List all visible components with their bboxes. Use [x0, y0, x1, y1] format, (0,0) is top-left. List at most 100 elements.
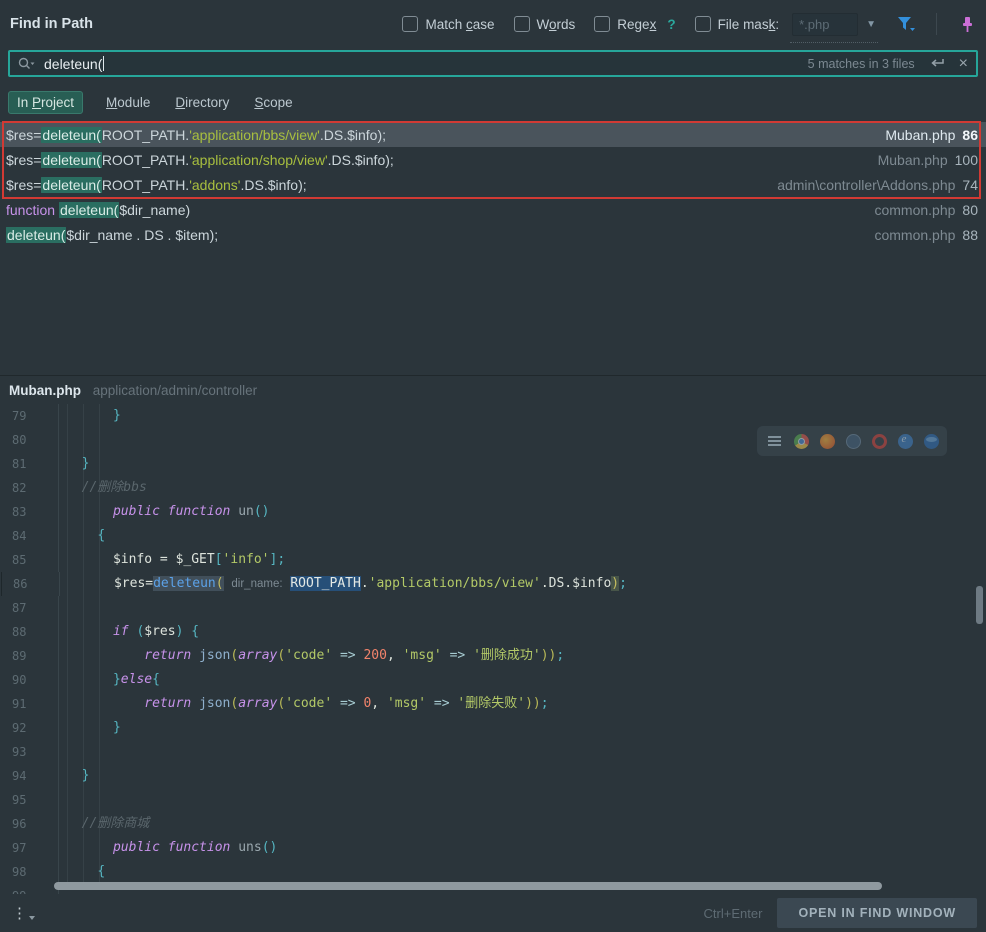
code-token — [332, 696, 340, 711]
code-token — [66, 768, 82, 783]
words-checkbox[interactable]: Words — [514, 16, 576, 32]
code-token: dir_name: — [231, 578, 282, 590]
tab-scope[interactable]: Scope — [252, 91, 294, 114]
code-line[interactable]: 83 public function un() — [0, 500, 986, 524]
code-line[interactable]: 89 return json(array('code' => 200, 'msg… — [0, 644, 986, 668]
code-line[interactable]: 92 } — [0, 716, 986, 740]
code-line[interactable]: 93 — [0, 740, 986, 764]
code-line[interactable]: 82 //删除bbs — [0, 476, 986, 500]
checkbox-icon[interactable] — [695, 16, 711, 32]
match-highlight: deleteun( — [41, 177, 101, 193]
code-line[interactable]: 79 } — [0, 404, 986, 428]
match-highlight: deleteun( — [41, 127, 101, 143]
opera-browser-icon[interactable] — [872, 434, 887, 449]
code-preview-editor[interactable]: 79 }8081 }82 //删除bbs83 public function u… — [0, 404, 986, 909]
firefox-browser-icon[interactable] — [820, 434, 835, 449]
ie-browser-icon[interactable] — [898, 434, 913, 449]
regex-help-icon[interactable]: ? — [667, 17, 675, 32]
code-line[interactable]: 88 if ($res) { — [0, 620, 986, 644]
result-file-name: Muban.php — [885, 127, 955, 143]
pin-icon — [959, 16, 975, 33]
tab-module[interactable]: Module — [104, 91, 152, 114]
result-row[interactable]: $res=deleteun(ROOT_PATH.'addons'.DS.$inf… — [0, 172, 986, 197]
pin-button[interactable] — [956, 13, 978, 35]
code-token — [66, 672, 113, 687]
code-token — [66, 840, 113, 855]
code-line[interactable]: 84 { — [0, 524, 986, 548]
file-mask-value[interactable]: *.php — [792, 13, 858, 36]
code-line[interactable]: 91 return json(array('code' => 0, 'msg' … — [0, 692, 986, 716]
code-token — [66, 552, 113, 567]
code-text: } — [58, 404, 986, 428]
result-row[interactable]: $res=deleteun(ROOT_PATH.'application/bbs… — [0, 122, 986, 147]
search-query[interactable]: deleteun( — [44, 56, 102, 72]
code-line[interactable]: 87 — [0, 596, 986, 620]
search-icon[interactable] — [18, 57, 35, 71]
code-text: $res=deleteun( dir_name: ROOT_PATH.'appl… — [59, 572, 627, 596]
code-text — [58, 596, 986, 620]
code-token — [66, 816, 82, 831]
code-text: } — [58, 764, 986, 788]
clear-search-button[interactable]: × — [959, 56, 968, 72]
tab-in-project[interactable]: In Project — [8, 91, 83, 114]
result-row[interactable]: deleteun($dir_name . DS . $item);common.… — [0, 222, 986, 247]
checkbox-icon[interactable] — [402, 16, 418, 32]
filter-button[interactable] — [895, 13, 917, 35]
insert-newline-button[interactable] — [929, 58, 945, 70]
search-input[interactable]: deleteun( 5 matches in 3 files × — [8, 50, 978, 77]
code-line[interactable]: 98 { — [0, 860, 986, 884]
code-text: if ($res) { — [58, 620, 986, 644]
code-line[interactable]: 85 $info = $_GET['info']; — [0, 548, 986, 572]
code-line[interactable]: 94 } — [0, 764, 986, 788]
code-token: array — [238, 696, 277, 711]
code-token: { — [191, 624, 199, 639]
filter-icon — [897, 15, 916, 33]
code-line[interactable]: 97 public function uns() — [0, 836, 986, 860]
code-line[interactable]: 95 — [0, 788, 986, 812]
line-number: 87 — [0, 596, 58, 620]
horizontal-scrollbar[interactable] — [54, 882, 882, 890]
code-token: $res= — [6, 152, 41, 168]
code-token: public function — [113, 504, 230, 519]
code-text: public function uns() — [58, 836, 986, 860]
code-token: ( — [277, 648, 285, 663]
code-line[interactable]: 96 //删除商城 — [0, 812, 986, 836]
result-row[interactable]: $res=deleteun(ROOT_PATH.'application/sho… — [0, 147, 986, 172]
line-number: 88 — [0, 620, 58, 644]
line-number: 94 — [0, 764, 58, 788]
code-token: '删除失败' — [457, 696, 525, 711]
code-token: , — [387, 648, 403, 663]
code-token: '删除成功' — [473, 648, 541, 663]
code-token: public function — [113, 840, 230, 855]
match-case-checkbox[interactable]: Match case — [402, 16, 494, 32]
chevron-down-icon[interactable]: ▼ — [866, 19, 876, 30]
file-mask-combo[interactable]: *.php ▼ — [792, 13, 876, 36]
code-token — [332, 648, 340, 663]
vertical-scrollbar[interactable] — [976, 586, 983, 624]
regex-checkbox[interactable]: Regex ? — [594, 16, 675, 32]
code-token: { — [97, 864, 105, 879]
code-text: return json(array('code' => 200, 'msg' =… — [58, 644, 986, 668]
code-token — [66, 720, 113, 735]
browser-settings-icon[interactable] — [768, 434, 783, 449]
more-options-icon[interactable]: ⋮ — [12, 904, 35, 922]
code-token: )) — [525, 696, 541, 711]
safari-browser-icon[interactable] — [846, 434, 861, 449]
match-case-label: Match case — [425, 17, 494, 32]
chrome-browser-icon[interactable] — [794, 434, 809, 449]
edge-browser-icon[interactable] — [924, 434, 939, 449]
checkbox-icon[interactable] — [594, 16, 610, 32]
result-row[interactable]: function deleteun($dir_name)common.php80 — [0, 197, 986, 222]
file-mask-checkbox[interactable]: File mask: — [695, 16, 780, 32]
open-in-find-window-button[interactable]: OPEN IN FIND WINDOW — [777, 898, 977, 928]
tab-directory[interactable]: Directory — [173, 91, 231, 114]
dialog-footer: ⋮ Ctrl+Enter OPEN IN FIND WINDOW — [0, 894, 986, 932]
code-token: array — [238, 648, 277, 663]
checkbox-icon[interactable] — [514, 16, 530, 32]
code-line[interactable]: 90 }else{ — [0, 668, 986, 692]
line-number: 79 — [0, 404, 58, 428]
code-line[interactable]: 86 $res=deleteun( dir_name: ROOT_PATH.'a… — [1, 572, 2, 596]
code-token: 'code' — [285, 696, 332, 711]
result-code-snippet: $res=deleteun(ROOT_PATH.'addons'.DS.$inf… — [6, 177, 765, 193]
code-token — [66, 624, 113, 639]
